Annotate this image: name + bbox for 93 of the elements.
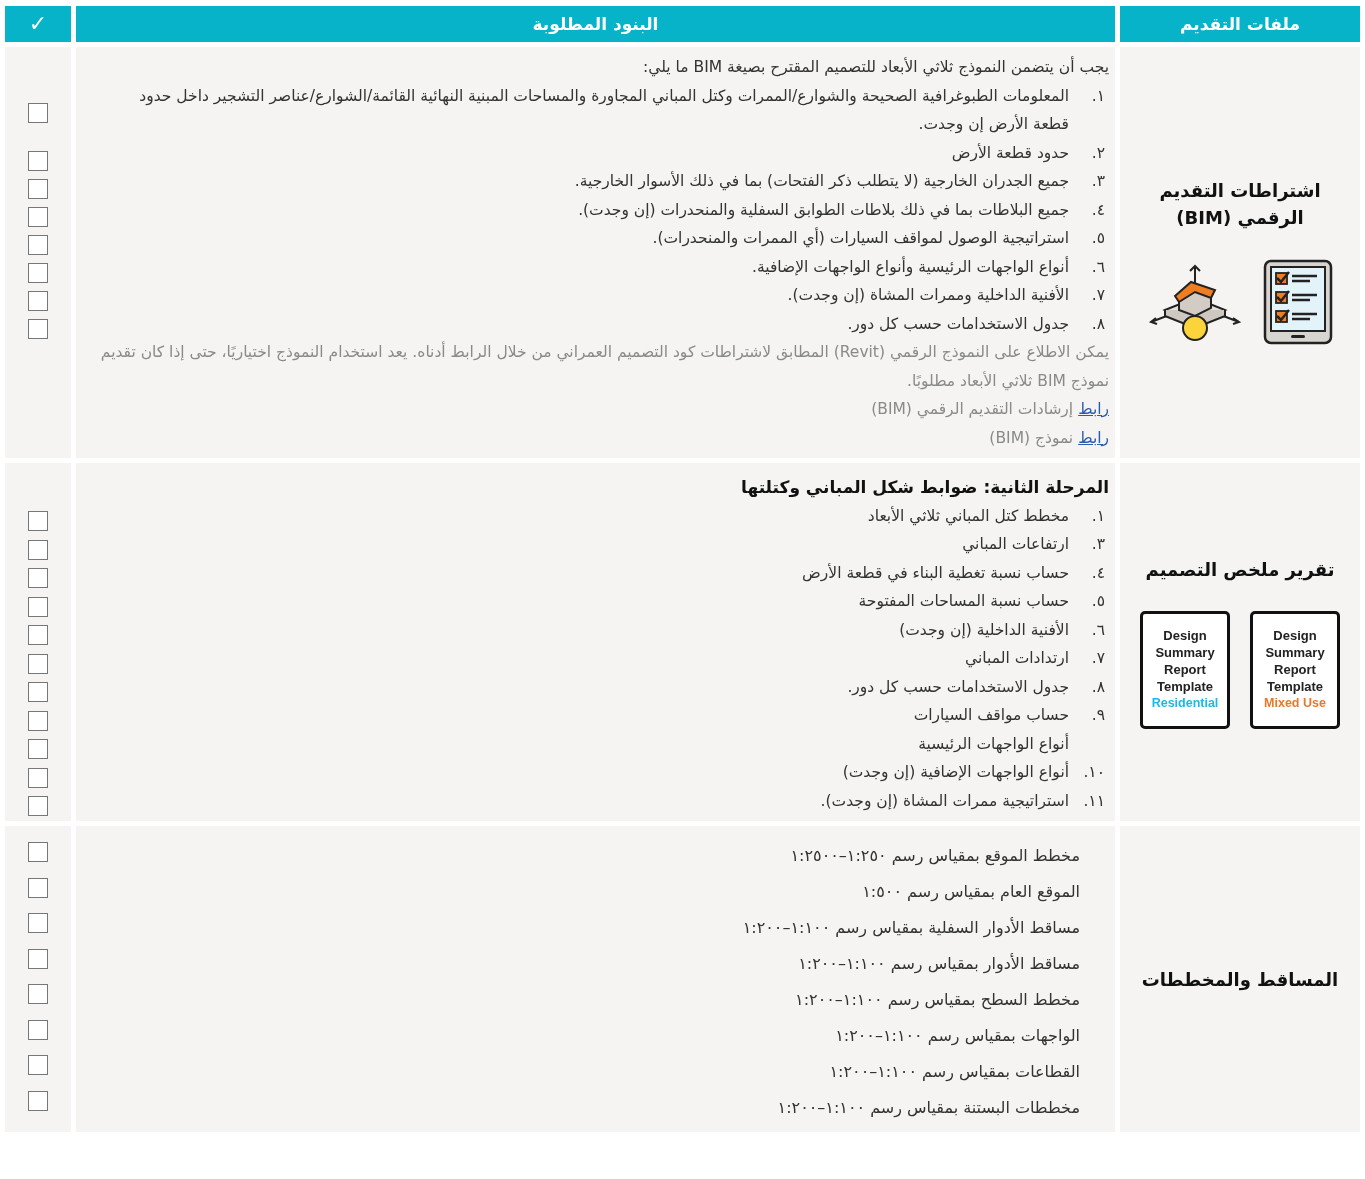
- link[interactable]: رابط: [1078, 395, 1109, 424]
- checkbox[interactable]: [28, 877, 48, 898]
- list-item: حساب مواقف السيارات: [912, 705, 1069, 726]
- list-item: مخطط الموقع بمقياس رسم ١:٢٥٠–١:٢٥٠٠: [789, 845, 1080, 868]
- checkbox[interactable]: [28, 767, 48, 788]
- list-item: جدول الاستخدامات حسب كل دور.: [846, 676, 1069, 699]
- checkbox[interactable]: [28, 682, 48, 702]
- item-number: ٧.: [1090, 648, 1106, 669]
- item-number: ٤.: [1090, 199, 1106, 221]
- checkbox[interactable]: [28, 103, 48, 123]
- list-item: ارتفاعات المباني: [961, 534, 1069, 556]
- item-number: ٦.: [1090, 619, 1106, 641]
- column-header: ملفات التقديم: [1120, 6, 1360, 42]
- item-number: ٨.: [1090, 313, 1106, 335]
- list-item: جميع البلاطات بما في ذلك بلاطات الطوابق السفلية والمنحدرات (إن وجدت).: [577, 199, 1069, 222]
- link-description: إرشادات التقديم الرقمي (BIM): [871, 399, 1074, 421]
- checkbox[interactable]: [28, 319, 48, 339]
- checkbox[interactable]: [28, 235, 48, 255]
- item-number: ٢.: [1090, 142, 1106, 164]
- checkbox[interactable]: [28, 263, 48, 283]
- phase-heading: المرحلة الثانية: ضوابط شكل المباني وكتلتها: [740, 476, 1109, 500]
- checkbox[interactable]: [28, 568, 48, 588]
- report-template-card[interactable]: Design Summary Report Template Mixed Use: [1250, 610, 1340, 729]
- list-item: مخطط كتل المباني ثلاثي الأبعاد: [866, 505, 1069, 528]
- item-number: ٥.: [1090, 228, 1106, 249]
- list-item: المعلومات الطبوغرافية الصحيحة والشوارع/الممرات وكتل المباني المجاورة والمساحات المبنية النهائية القائمة/الشوارع/عناصر التشجير داخل حدود قطعة الأرض إن وجدت.: [138, 85, 1069, 136]
- list-item: مساقط الأدوار السفلية بمقياس رسم ١:١٠٠–١:٢٠٠: [741, 916, 1080, 940]
- checkbox[interactable]: [28, 796, 48, 816]
- list-item: الواجهات بمقياس رسم ١:١٠٠–١:٢٠٠: [834, 1025, 1080, 1048]
- list-item: حدود قطعة الأرض: [950, 142, 1069, 165]
- list-item: مخطط السطح بمقياس رسم ١:١٠٠–١:٢٠٠: [794, 989, 1080, 1012]
- list-item: ارتدادات المباني: [964, 648, 1069, 670]
- list-item: مخططات البستنة بمقياس رسم ١:١٠٠–١:٢٠٠: [776, 1097, 1080, 1120]
- checkbox[interactable]: [28, 653, 48, 674]
- section-title: المساقط والمخططات: [1141, 967, 1339, 993]
- checkbox[interactable]: [28, 710, 48, 731]
- list-item: استراتيجية ممرات المشاة (إن وجدت).: [819, 790, 1069, 812]
- checkbox[interactable]: [28, 151, 48, 171]
- list-item: الأفنية الداخلية (إن وجدت): [898, 619, 1069, 642]
- list-item: حساب نسبة تغطية البناء في قطعة الأرض: [801, 562, 1069, 585]
- checkbox[interactable]: [28, 739, 48, 759]
- list-item: الموقع العام بمقياس رسم ١:٥٠٠: [861, 881, 1080, 904]
- template-type: Mixed Use: [1264, 695, 1326, 712]
- list-item: أنواع الواجهات الرئيسية وأنواع الواجهات الإضافية.: [751, 255, 1069, 279]
- template-title: Design Summary Report Template: [1264, 627, 1326, 695]
- list-item: أنواع الواجهات الإضافية (إن وجدت): [841, 760, 1069, 784]
- item-number: ٧.: [1090, 285, 1106, 306]
- item-number: ١١.: [1082, 790, 1106, 812]
- checkbox[interactable]: [28, 913, 48, 933]
- item-number: ٦.: [1090, 256, 1106, 278]
- list-item: جدول الاستخدامات حسب كل دور.: [846, 313, 1069, 336]
- section-title: اشتراطات التقديم الرقمي (BIM): [1158, 179, 1322, 231]
- note-text: يمكن الاطلاع على النموذج الرقمي (Revit) المطابق لاشتراطات كود التصميم العمراني من خلال الرابط أدناه. يعد استخدام النموذج اختياريًا، حتى إذا كان تقديم نموذج BIM ثلاثي الأبعاد مطلوبًا.: [99, 340, 1109, 393]
- link[interactable]: رابط: [1078, 423, 1109, 452]
- template-type: Residential: [1151, 695, 1219, 712]
- checkbox[interactable]: [28, 539, 48, 560]
- item-number: ٥.: [1090, 591, 1106, 612]
- template-title: Design Summary Report Template: [1154, 627, 1216, 695]
- item-number: ١٠.: [1082, 762, 1106, 783]
- check-column-header: ✓: [5, 6, 71, 42]
- checkbox[interactable]: [28, 625, 48, 645]
- checkbox[interactable]: [28, 207, 48, 227]
- report-template-card[interactable]: Design Summary Report Template Residential: [1140, 610, 1230, 729]
- checkbox[interactable]: [28, 291, 48, 311]
- checkbox[interactable]: [28, 511, 48, 531]
- list-item: القطاعات بمقياس رسم ١:١٠٠–١:٢٠٠: [828, 1061, 1080, 1084]
- list-item: أنواع الواجهات الرئيسية: [917, 732, 1069, 756]
- item-number: ١.: [1090, 85, 1106, 107]
- tablet-checklist-icon: [1263, 259, 1333, 345]
- checkbox[interactable]: [28, 1090, 48, 1111]
- item-number: ١.: [1090, 505, 1106, 527]
- item-number: ٩.: [1090, 705, 1106, 726]
- list-item: مساقط الأدوار بمقياس رسم ١:١٠٠–١:٢٠٠: [797, 952, 1080, 976]
- checkbox[interactable]: [28, 1019, 48, 1040]
- section-title: تقرير ملخص التصميم: [1145, 557, 1335, 583]
- intro-text: يجب أن يتضمن النموذج ثلاثي الأبعاد للتصميم المقترح بصيغة BIM ما يلي:: [642, 55, 1109, 79]
- checkbox[interactable]: [28, 948, 48, 969]
- checkbox[interactable]: [28, 1055, 48, 1075]
- list-item: استراتيجية الوصول لمواقف السيارات (أي الممرات والمنحدرات).: [651, 226, 1069, 250]
- item-number: ٣.: [1090, 534, 1106, 555]
- link-description: نموذج (BIM): [989, 427, 1074, 450]
- list-item: حساب نسبة المساحات المفتوحة: [857, 591, 1069, 612]
- checkbox[interactable]: [28, 596, 48, 617]
- house-model-icon: [1147, 262, 1243, 342]
- item-number: ٤.: [1090, 562, 1106, 584]
- checkbox[interactable]: [28, 984, 48, 1004]
- checkbox[interactable]: [28, 179, 48, 199]
- checkbox[interactable]: [28, 842, 48, 862]
- list-item: جميع الجدران الخارجية (لا يتطلب ذكر الفتحات) بما في ذلك الأسوار الخارجية.: [573, 170, 1069, 193]
- item-number: ٣.: [1090, 171, 1106, 192]
- list-item: الأفنية الداخلية وممرات المشاة (إن وجدت).: [786, 284, 1069, 307]
- column-header: البنود المطلوبة: [76, 6, 1115, 42]
- item-number: ٨.: [1090, 676, 1106, 698]
